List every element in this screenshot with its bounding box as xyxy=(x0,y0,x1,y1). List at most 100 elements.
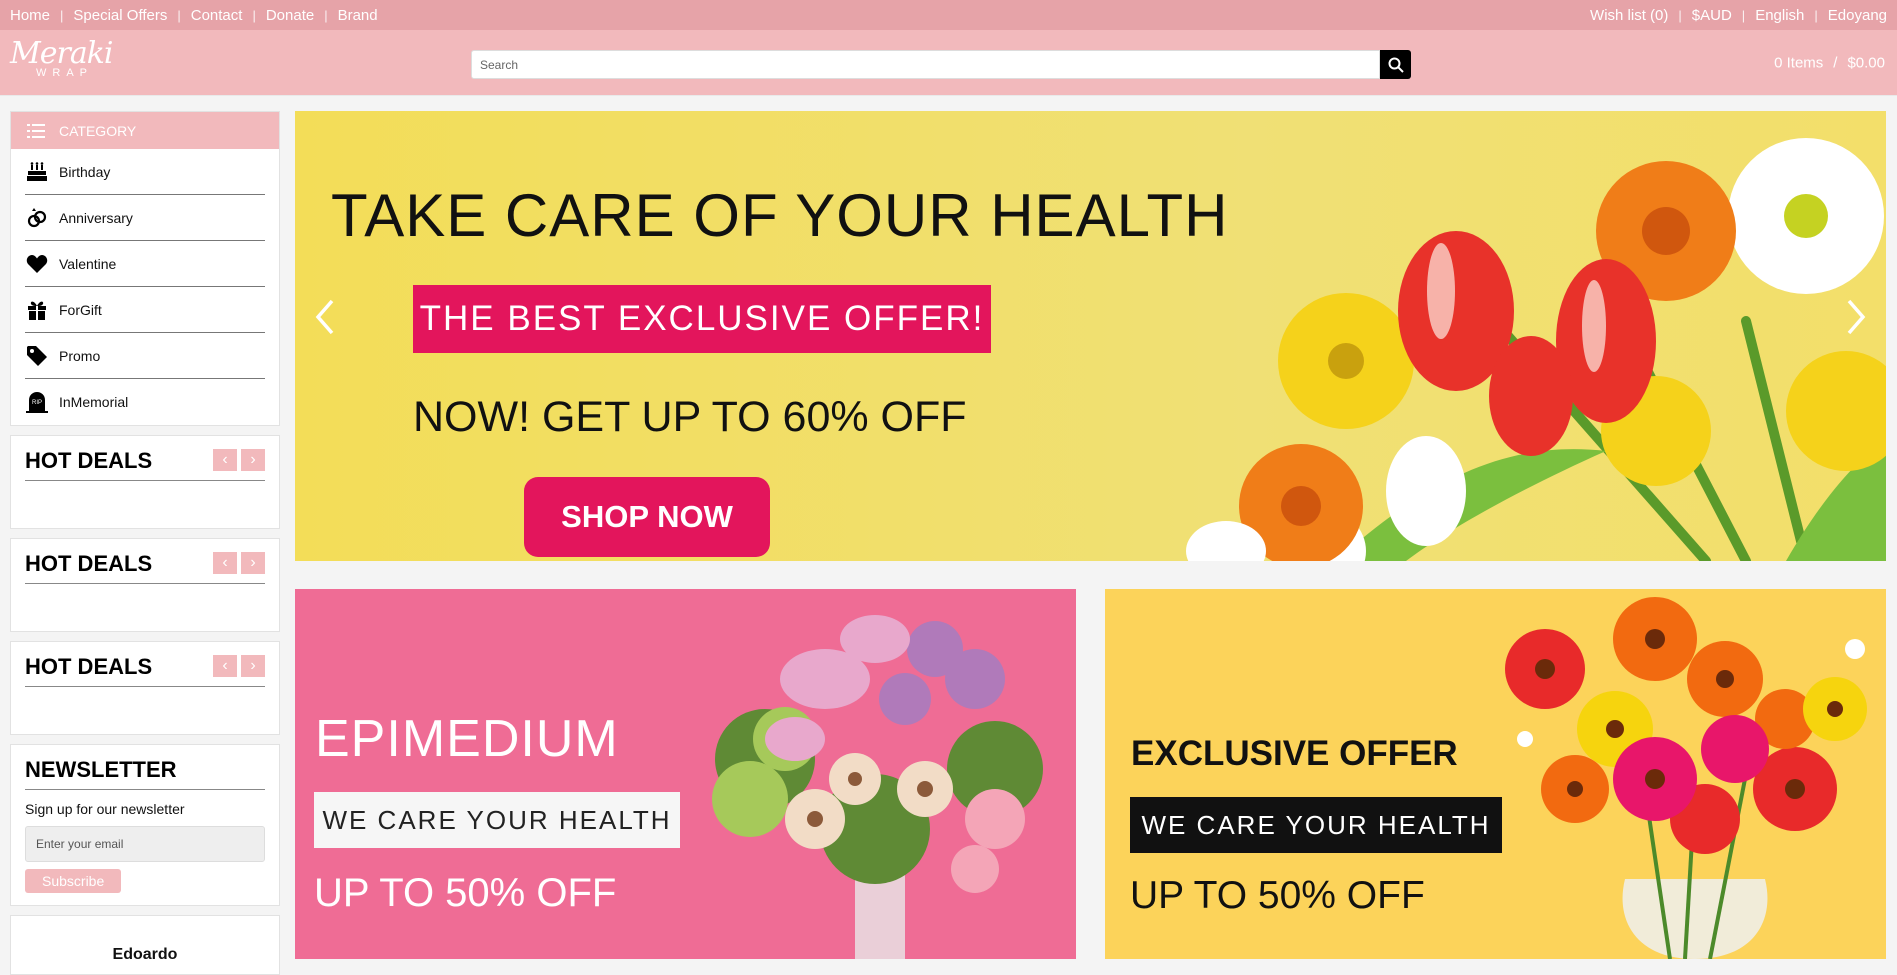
search-icon xyxy=(1388,57,1404,73)
chevron-left-icon[interactable]: ‹ xyxy=(213,449,237,471)
nav-special-offers-link[interactable]: Special Offers xyxy=(73,7,167,24)
nav-brand-link[interactable]: Brand xyxy=(338,7,378,24)
hot-deals-header: HOT DEALS ‹ › xyxy=(25,551,265,584)
hero-slider: TAKE CARE OF YOUR HEALTH THE BEST EXCLUS… xyxy=(295,111,1886,561)
site-logo[interactable]: Meraki WRAP xyxy=(10,36,113,90)
category-label: ForGift xyxy=(59,301,102,318)
cart-total: $0.00 xyxy=(1847,54,1885,72)
category-anniversary[interactable]: Anniversary xyxy=(25,195,265,241)
divider: | xyxy=(177,7,181,23)
divider: | xyxy=(252,7,256,23)
category-birthday[interactable]: Birthday xyxy=(25,149,265,195)
slider-next-button[interactable] xyxy=(1836,287,1876,347)
newsletter-text: Sign up for our newsletter xyxy=(25,801,185,817)
testimonial-name: Edoardo xyxy=(112,946,178,963)
category-header[interactable]: CATEGORY xyxy=(11,112,279,149)
search-bar xyxy=(471,50,1411,79)
category-label: Promo xyxy=(59,347,101,364)
shop-now-button[interactable]: SHOP NOW xyxy=(524,477,770,557)
gerbera-bouquet-illustration xyxy=(1505,597,1867,959)
nav-contact-link[interactable]: Contact xyxy=(191,7,243,24)
category-label: Valentine xyxy=(59,255,117,272)
search-input[interactable] xyxy=(471,50,1380,79)
newsletter-panel: NEWSLETTER Sign up for our newsletter Su… xyxy=(10,744,280,906)
top-account-links: Wish list (0) | $AUD | English | Edoyang xyxy=(1590,7,1887,24)
hot-deals-title: HOT DEALS xyxy=(25,448,153,473)
divider: | xyxy=(1814,7,1818,23)
flowers-illustration xyxy=(1186,138,1886,561)
search-button[interactable] xyxy=(1380,50,1411,79)
bouquet-illustration xyxy=(712,615,1043,959)
language-selector[interactable]: English xyxy=(1755,7,1804,24)
cart-summary[interactable]: 0 Items / $0.00 xyxy=(1774,55,1885,72)
top-nav-links: Home | Special Offers | Contact | Donate | B… xyxy=(10,7,378,24)
divider: | xyxy=(1678,7,1682,23)
sidebar: CATEGORY Birthday Anniversary Valentine … xyxy=(10,111,280,975)
rings-icon xyxy=(25,206,49,230)
hero-headline: TAKE CARE OF YOUR HEALTH xyxy=(331,182,1229,249)
tombstone-icon: RIP xyxy=(25,390,49,414)
nav-home-link[interactable]: Home xyxy=(10,7,50,24)
category-forgift[interactable]: ForGift xyxy=(25,287,265,333)
category-label: Birthday xyxy=(59,163,111,180)
banner-tag: WE CARE YOUR HEALTH xyxy=(314,792,680,848)
hot-deals-title: HOT DEALS xyxy=(25,551,153,576)
chevron-left-icon[interactable]: ‹ xyxy=(213,655,237,677)
deals-arrows: ‹ › xyxy=(213,552,265,574)
tag-icon xyxy=(25,344,49,368)
category-label: InMemorial xyxy=(59,394,129,410)
hot-deals-panel: HOT DEALS ‹ › xyxy=(10,538,280,632)
chevron-left-icon[interactable]: ‹ xyxy=(213,552,237,574)
deals-arrows: ‹ › xyxy=(213,655,265,677)
divider: | xyxy=(324,7,328,23)
chevron-left-icon xyxy=(315,299,335,335)
cart-items: 0 Items xyxy=(1774,54,1824,72)
chevron-right-icon xyxy=(1846,299,1866,335)
divider: | xyxy=(1741,7,1746,23)
heart-icon xyxy=(25,252,49,276)
hot-deals-panel: HOT DEALS ‹ › xyxy=(10,641,280,735)
chevron-right-icon[interactable]: › xyxy=(241,655,265,677)
divider: / xyxy=(1833,54,1838,72)
logo-subtitle: WRAP xyxy=(36,67,93,79)
divider: | xyxy=(60,7,64,23)
category-label: Anniversary xyxy=(59,209,133,226)
category-valentine[interactable]: Valentine xyxy=(25,241,265,287)
category-inmemorial[interactable]: RIP InMemorial xyxy=(25,379,265,425)
list-icon xyxy=(27,123,47,138)
site-header: Meraki WRAP 0 Items / $0.00 xyxy=(0,30,1897,96)
cake-icon xyxy=(25,160,49,184)
account-link[interactable]: Edoyang xyxy=(1828,7,1887,24)
hot-deals-title: HOT DEALS xyxy=(25,654,153,679)
gift-icon xyxy=(25,298,49,322)
category-title: CATEGORY xyxy=(59,122,137,139)
banner-discount: UP TO 50% OFF xyxy=(1130,874,1425,917)
slider-prev-button[interactable] xyxy=(305,287,345,347)
chevron-right-icon[interactable]: › xyxy=(241,552,265,574)
subscribe-button[interactable]: Subscribe xyxy=(25,869,122,893)
promo-banner-exclusive[interactable]: EXCLUSIVE OFFER WE CARE YOUR HEALTH UP T… xyxy=(1105,589,1886,959)
category-panel: CATEGORY Birthday Anniversary Valentine … xyxy=(10,111,280,426)
hot-deals-header: HOT DEALS ‹ › xyxy=(25,448,265,481)
hero-subline: NOW! GET UP TO 60% OFF xyxy=(413,393,967,441)
category-promo[interactable]: Promo xyxy=(25,333,265,379)
wishlist-link[interactable]: Wish list (0) xyxy=(1590,7,1668,24)
banner-tag: WE CARE YOUR HEALTH xyxy=(1130,797,1502,853)
logo-script: Meraki xyxy=(10,36,113,71)
hot-deals-header: HOT DEALS ‹ › xyxy=(25,654,265,687)
testimonial-card: Edoardo xyxy=(10,915,280,975)
promo-banner-epimedium[interactable]: EPIMEDIUM WE CARE YOUR HEALTH UP TO 50% … xyxy=(295,589,1076,959)
hero-offer-badge: THE BEST EXCLUSIVE OFFER! xyxy=(413,285,991,353)
hot-deals-panel: HOT DEALS ‹ › xyxy=(10,435,280,529)
banner-discount: UP TO 50% OFF xyxy=(314,871,617,915)
newsletter-email-input[interactable] xyxy=(25,826,265,862)
banner-title: EXCLUSIVE OFFER xyxy=(1131,734,1458,773)
top-bar: Home | Special Offers | Contact | Donate | B… xyxy=(0,0,1897,30)
currency-selector[interactable]: $AUD xyxy=(1692,7,1732,24)
deals-arrows: ‹ › xyxy=(213,449,265,471)
nav-donate-link[interactable]: Donate xyxy=(266,7,314,24)
svg-text:RIP: RIP xyxy=(32,400,42,406)
chevron-right-icon[interactable]: › xyxy=(241,449,265,471)
newsletter-title: NEWSLETTER xyxy=(25,757,265,790)
banner-title: EPIMEDIUM xyxy=(315,710,619,768)
